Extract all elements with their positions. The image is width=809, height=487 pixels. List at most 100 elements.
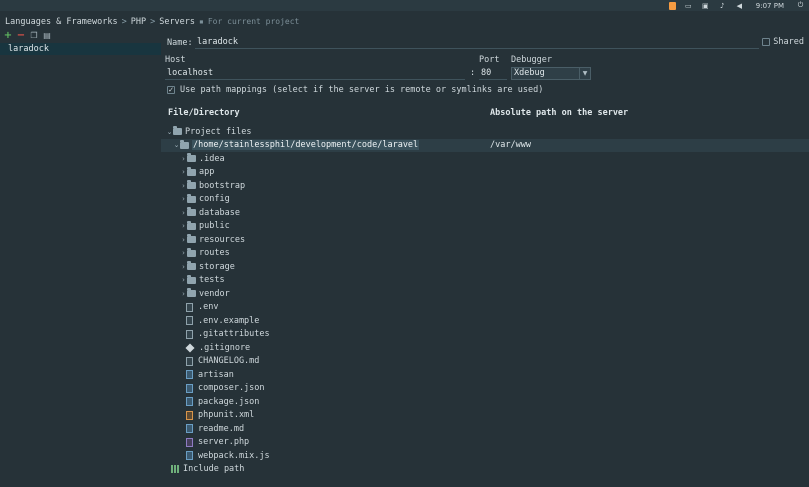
folder-icon xyxy=(187,274,196,284)
servers-sidebar: + − ❐ ▤ laradock xyxy=(0,28,161,487)
name-input[interactable]: laradock xyxy=(195,37,759,49)
tree-label: .env.example xyxy=(198,315,260,326)
chevron-right-icon[interactable]: › xyxy=(180,155,187,163)
tree-row-file[interactable]: .env.example xyxy=(161,314,809,328)
php-file-icon xyxy=(186,437,193,447)
connection-row: localhost : 80 Xdebug ▼ xyxy=(165,67,625,80)
tree-label: .env xyxy=(198,302,219,313)
tree-row-file[interactable]: package.json xyxy=(161,395,809,409)
path-mapping-toggle[interactable]: ✓ Use path mappings (select if the serve… xyxy=(167,85,543,95)
debugger-value: Xdebug xyxy=(514,68,545,78)
tree-label: /home/stainlessphil/development/code/lar… xyxy=(192,140,420,151)
tree-label: artisan xyxy=(198,369,234,380)
chevron-right-icon[interactable]: › xyxy=(180,290,187,298)
display-icon[interactable]: ▭ xyxy=(684,2,693,10)
chevron-right-icon[interactable]: › xyxy=(180,222,187,230)
tree-row-folder[interactable]: › vendor xyxy=(161,287,809,301)
folder-icon xyxy=(187,153,196,163)
chevron-right-icon[interactable]: › xyxy=(180,182,187,190)
power-icon[interactable]: ⏻ xyxy=(796,1,805,10)
tree-row-file[interactable]: artisan xyxy=(161,368,809,382)
tree-label: composer.json xyxy=(198,383,265,394)
folder-icon xyxy=(187,180,196,190)
chevron-right-icon[interactable]: › xyxy=(180,209,187,217)
shared-label: Shared xyxy=(773,37,804,47)
tree-row-folder[interactable]: › bootstrap xyxy=(161,179,809,193)
tree-row-folder[interactable]: › config xyxy=(161,193,809,207)
project-scope-icon: ▪ xyxy=(199,17,204,26)
chevron-right-icon[interactable]: › xyxy=(180,263,187,271)
add-server-button[interactable]: + xyxy=(3,30,13,41)
shared-toggle[interactable]: Shared xyxy=(762,37,804,47)
chevron-right-icon[interactable]: › xyxy=(180,249,187,257)
keyboard-icon[interactable]: ▣ xyxy=(701,2,710,10)
tree-row-folder[interactable]: › public xyxy=(161,220,809,234)
json-file-icon xyxy=(186,383,193,393)
host-port-separator: : xyxy=(470,68,476,78)
host-input[interactable]: localhost xyxy=(165,68,465,80)
tree-row-folder[interactable]: › storage xyxy=(161,260,809,274)
tree-label: database xyxy=(199,207,240,218)
chevron-down-icon[interactable]: ⌄ xyxy=(166,128,173,136)
tree-row-project-files[interactable]: ⌄ Project files xyxy=(161,125,809,139)
tree-row-file[interactable]: .env xyxy=(161,301,809,315)
script-file-icon xyxy=(186,370,193,380)
chevron-right-icon[interactable]: › xyxy=(180,276,187,284)
tree-label: vendor xyxy=(199,288,230,299)
breadcrumb-separator: > xyxy=(150,16,156,27)
tree-row-folder[interactable]: › tests xyxy=(161,274,809,288)
chevron-right-icon[interactable]: › xyxy=(180,195,187,203)
tree-row-folder[interactable]: › database xyxy=(161,206,809,220)
server-path-cell[interactable]: /var/www xyxy=(490,139,531,153)
breadcrumb-item-languages: Languages & Frameworks xyxy=(5,16,118,27)
tree-row-folder[interactable]: › .idea xyxy=(161,152,809,166)
tree-label: bootstrap xyxy=(199,180,246,191)
tree-row-file[interactable]: phpunit.xml xyxy=(161,409,809,423)
tree-row-file[interactable]: server.php xyxy=(161,436,809,450)
port-input[interactable]: 80 xyxy=(479,68,507,80)
tree-label: readme.md xyxy=(198,423,245,434)
copy-server-button[interactable]: ❐ xyxy=(29,30,39,40)
tree-label: Include path xyxy=(183,464,245,475)
chevron-down-icon[interactable]: ⌄ xyxy=(173,141,180,149)
tree-row-file[interactable]: .gitignore xyxy=(161,341,809,355)
tree-row-file[interactable]: .gitattributes xyxy=(161,328,809,342)
path-mapping-label: Use path mappings (select if the server … xyxy=(180,85,544,95)
volume-icon[interactable]: ◀ xyxy=(735,2,744,10)
shared-checkbox[interactable] xyxy=(762,38,771,46)
tree-row-file[interactable]: composer.json xyxy=(161,382,809,396)
text-file-icon xyxy=(186,302,193,312)
tree-row-folder[interactable]: › app xyxy=(161,166,809,180)
xml-file-icon xyxy=(186,410,193,420)
clock[interactable]: 9:07 PM xyxy=(756,2,784,10)
column-header-server-path[interactable]: Absolute path on the server xyxy=(490,108,628,118)
bell-icon[interactable]: ♪ xyxy=(718,2,727,10)
tree-row-folder[interactable]: › resources xyxy=(161,233,809,247)
tree-row-include-path[interactable]: Include path xyxy=(161,463,809,477)
tree-row-file[interactable]: webpack.mix.js xyxy=(161,449,809,463)
chevron-right-icon[interactable]: › xyxy=(180,236,187,244)
mapping-table-header: File/Directory Absolute path on the serv… xyxy=(167,108,807,120)
markdown-file-icon xyxy=(186,424,193,434)
chevron-right-icon[interactable]: › xyxy=(180,168,187,176)
column-header-file[interactable]: File/Directory xyxy=(168,108,240,118)
path-mapping-checkbox[interactable]: ✓ xyxy=(167,86,175,94)
breadcrumb: Languages & Frameworks > PHP > Servers ▪… xyxy=(5,16,299,27)
mapping-tree: ⌄ Project files ⌄ /home/stainlessphil/de… xyxy=(161,125,809,476)
folder-icon xyxy=(187,288,196,298)
tree-row-file[interactable]: CHANGELOG.md xyxy=(161,355,809,369)
tree-row-folder[interactable]: › routes xyxy=(161,247,809,261)
host-label: Host xyxy=(165,55,186,65)
breadcrumb-item-servers: Servers xyxy=(159,16,196,27)
remove-server-button[interactable]: − xyxy=(16,30,26,41)
debugger-select[interactable]: Xdebug ▼ xyxy=(511,67,591,80)
server-list-item[interactable]: laradock xyxy=(0,43,161,55)
tree-row-file[interactable]: readme.md xyxy=(161,422,809,436)
app-indicator-icon[interactable] xyxy=(668,1,676,10)
chevron-down-icon[interactable]: ▼ xyxy=(579,68,590,79)
import-server-button[interactable]: ▤ xyxy=(42,30,52,40)
tree-row-root[interactable]: ⌄ /home/stainlessphil/development/code/l… xyxy=(161,138,809,153)
debugger-label: Debugger xyxy=(511,55,552,65)
servers-toolbar: + − ❐ ▤ xyxy=(0,28,161,42)
tree-label: .idea xyxy=(199,153,225,164)
